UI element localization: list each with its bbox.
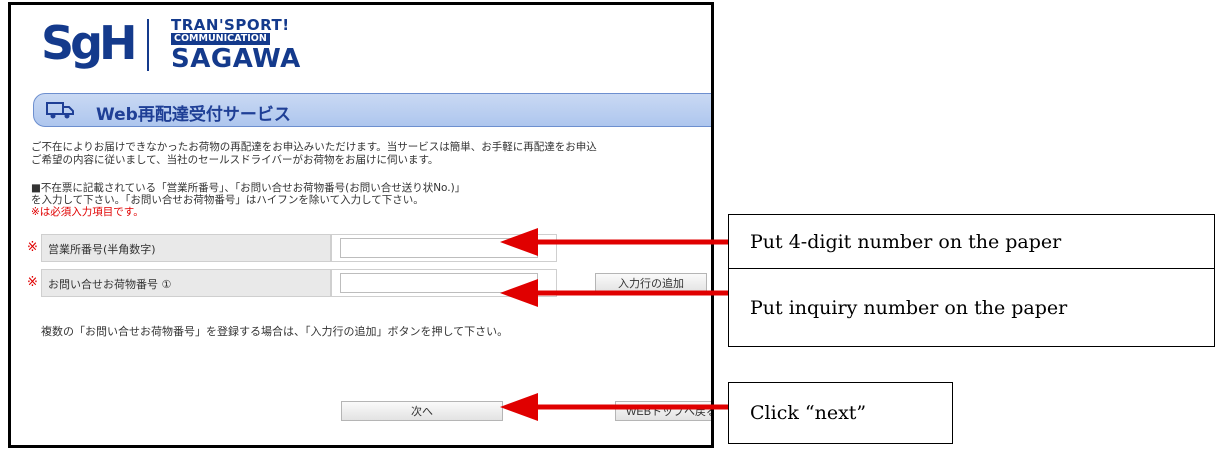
intro-text: ご不在によりお届けできなかったお荷物の再配達をお申込みいただけます。当サービスは…: [31, 141, 711, 167]
office-number-input[interactable]: [340, 238, 538, 258]
add-row-button[interactable]: 入力行の追加: [595, 273, 707, 293]
next-button[interactable]: 次へ: [341, 401, 503, 421]
required-mark: ※: [27, 275, 38, 290]
inquiry-number-input[interactable]: [340, 273, 538, 293]
sagawa-logo: SgH TRAN'SPORT! COMMUNICATION SAGAWA: [41, 13, 351, 73]
annotation-office-number: Put 4-digit number on the paper: [728, 214, 1215, 269]
screenshot-frame: SgH TRAN'SPORT! COMMUNICATION SAGAWA Web…: [8, 2, 714, 448]
required-note: ※は必須入力項目です。: [31, 206, 144, 218]
note-line-2: を入力して下さい。「お問い合せお荷物番号」はハイフンを除いて入力して下さい。: [31, 194, 424, 206]
required-mark: ※: [27, 240, 38, 255]
inquiry-number-row: ※ お問い合せお荷物番号 ① 入力行の追加: [27, 269, 707, 297]
multiple-numbers-note: 複数の「お問い合せお荷物番号」を登録する場合は、「入力行の追加」ボタンを押して下…: [41, 325, 509, 338]
page-title: Web再配達受付サービス: [96, 105, 291, 125]
input-instructions: ■不在票に記載されている「営業所番号」、「お問い合せお荷物番号(お問い合せ送り状…: [31, 182, 465, 218]
logo-line1: TRAN'SPORT!: [171, 16, 290, 34]
intro-line-2: ご希望の内容に従いまして、当社のセールスドライバーがお荷物をお届けに伺います。: [31, 154, 439, 166]
intro-line-1: ご不在によりお届けできなかったお荷物の再配達をお申込みいただけます。当サービスは…: [31, 141, 597, 153]
annotation-next: Click “next”: [728, 382, 953, 444]
service-title-bar: Web再配達受付サービス: [33, 93, 711, 127]
office-number-cell: [331, 234, 557, 262]
logo-divider: [147, 19, 149, 71]
web-top-button[interactable]: WEBトップへ戻る: [615, 401, 711, 421]
office-number-label: 営業所番号(半角数字): [41, 234, 331, 262]
office-number-row: ※ 営業所番号(半角数字): [27, 234, 647, 262]
logo-mark: SgH: [41, 16, 138, 70]
inquiry-number-label: お問い合せお荷物番号 ①: [41, 269, 331, 297]
note-line-1: ■不在票に記載されている「営業所番号」、「お問い合せお荷物番号(お問い合せ送り状…: [31, 182, 466, 194]
logo-line3: SAGAWA: [171, 44, 301, 74]
annotation-inquiry-number: Put inquiry number on the paper: [728, 268, 1215, 347]
inquiry-number-cell: [331, 269, 557, 297]
truck-icon: [46, 102, 74, 119]
